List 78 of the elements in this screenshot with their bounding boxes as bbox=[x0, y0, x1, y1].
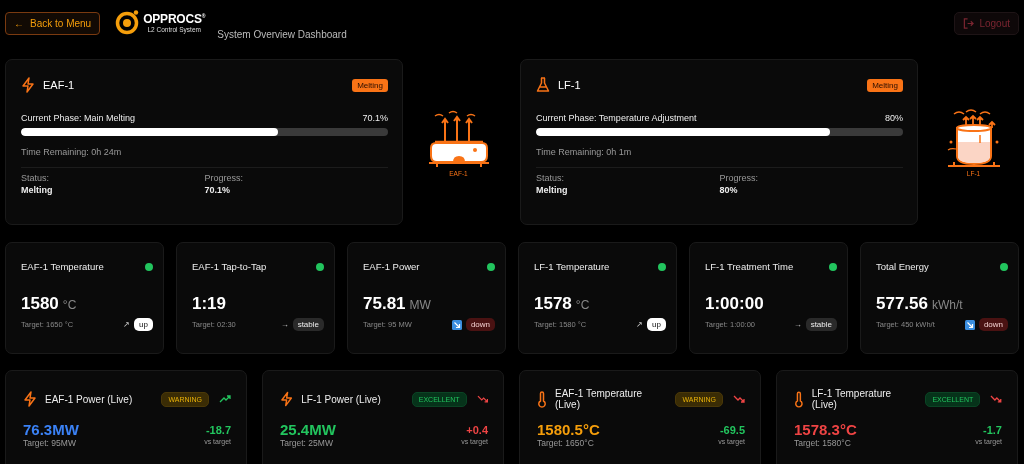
metric-value: 75.81 bbox=[363, 294, 406, 314]
current-phase: Current Phase: Temperature Adjustment bbox=[536, 113, 697, 123]
status-value: Melting bbox=[21, 185, 54, 195]
metric-unit: °C bbox=[575, 298, 590, 312]
trend-pill: stable bbox=[805, 318, 837, 331]
back-to-menu-button[interactable]: ← Back to Menu bbox=[5, 12, 101, 35]
trend-pill: stable bbox=[292, 318, 324, 331]
current-phase: Current Phase: Main Melting bbox=[21, 113, 136, 123]
trend-up-icon bbox=[219, 395, 231, 403]
metric-unit: MW bbox=[409, 298, 431, 312]
status-label: Status: bbox=[536, 173, 565, 183]
progress-value: 70.1% bbox=[204, 185, 232, 195]
live-value: 25.4MW bbox=[280, 421, 336, 438]
delta-value: -18.7 bbox=[205, 424, 231, 436]
trend-down-icon bbox=[733, 395, 745, 403]
metric-value: 1578 bbox=[534, 294, 572, 314]
live-value: 1580.5°C bbox=[537, 421, 600, 438]
trend-arrow: ↗ bbox=[123, 320, 131, 329]
trend-pill: down bbox=[465, 318, 495, 331]
live-value: 76.3MW bbox=[23, 421, 79, 438]
phase-percent: 80% bbox=[885, 113, 903, 123]
live-target: Target: 95MW bbox=[23, 438, 77, 448]
live-value: 1578.3°C bbox=[794, 421, 857, 438]
thermometer-icon bbox=[537, 390, 547, 408]
logout-icon bbox=[963, 18, 975, 29]
trend-down-icon bbox=[990, 395, 1002, 403]
time-remaining: Time Remaining: 0h 1m bbox=[536, 147, 903, 168]
ladle-furnace-drawing bbox=[945, 107, 1002, 170]
metric-title: EAF-1 Temperature bbox=[21, 261, 104, 272]
furnace-name: LF-1 bbox=[558, 79, 581, 91]
time-remaining: Time Remaining: 0h 24m bbox=[21, 147, 388, 168]
trend-pill: up bbox=[134, 318, 153, 331]
metric-title: EAF-1 Tap-to-Tap bbox=[192, 261, 267, 272]
live-target: Target: 1650°C bbox=[537, 438, 595, 448]
status-value: Melting bbox=[536, 185, 569, 195]
status-badge: Melting bbox=[352, 78, 388, 92]
metric-title: EAF-1 Power bbox=[363, 261, 420, 272]
trend-arrow: ↗ bbox=[636, 320, 644, 329]
metric-value: 1:00:00 bbox=[705, 294, 764, 314]
trend-pill: up bbox=[647, 318, 666, 331]
metric-title: Total Energy bbox=[876, 261, 929, 272]
trend-down-icon bbox=[476, 395, 488, 403]
logo-name: OPPROCS$^{®}$ bbox=[143, 11, 206, 26]
metric-unit: kWh/t bbox=[932, 298, 963, 312]
lightning-icon bbox=[23, 391, 37, 407]
delta-value: -1.7 bbox=[983, 424, 1002, 436]
flask-icon bbox=[536, 77, 550, 93]
live-title: EAF-1 Power (Live) bbox=[45, 393, 134, 405]
lightning-icon bbox=[21, 77, 35, 93]
progress-label: Progress: bbox=[204, 173, 244, 183]
phase-percent: 70.1% bbox=[362, 113, 388, 123]
live-target: Target: 1580°C bbox=[794, 438, 852, 448]
metric-value: 1:19 bbox=[192, 294, 227, 314]
down-arrow-icon bbox=[451, 319, 462, 330]
lightning-icon bbox=[280, 391, 294, 407]
live-title: LF-1 Temperature (Live) bbox=[811, 388, 893, 410]
live-title: LF-1 Power (Live) bbox=[301, 393, 382, 405]
furnace-name: EAF-1 bbox=[43, 79, 75, 91]
progress-value: 80% bbox=[719, 185, 739, 195]
metric-value: 577.56 bbox=[876, 294, 928, 314]
logo-ring-icon bbox=[114, 9, 141, 35]
dashboard-subtitle: System Overview Dashboard bbox=[217, 29, 347, 40]
status-label: Status: bbox=[21, 173, 50, 183]
metric-value: 1580 bbox=[21, 294, 59, 314]
live-target: Target: 25MW bbox=[280, 438, 334, 448]
metric-title: LF-1 Temperature bbox=[534, 261, 610, 272]
down-arrow-icon bbox=[964, 319, 975, 330]
live-title: EAF-1 Temperature (Live) bbox=[555, 388, 644, 410]
thermometer-icon bbox=[794, 390, 804, 408]
delta-value: -69.5 bbox=[719, 424, 745, 436]
progress-label: Progress: bbox=[719, 173, 759, 183]
trend-arrow: → bbox=[280, 320, 289, 329]
delta-value: +0.4 bbox=[466, 424, 488, 436]
status-badge: Melting bbox=[867, 78, 903, 92]
trend-arrow: → bbox=[793, 320, 802, 329]
metric-unit: °C bbox=[62, 298, 77, 312]
trend-pill: down bbox=[978, 318, 1008, 331]
metric-title: LF-1 Treatment Time bbox=[705, 261, 794, 272]
